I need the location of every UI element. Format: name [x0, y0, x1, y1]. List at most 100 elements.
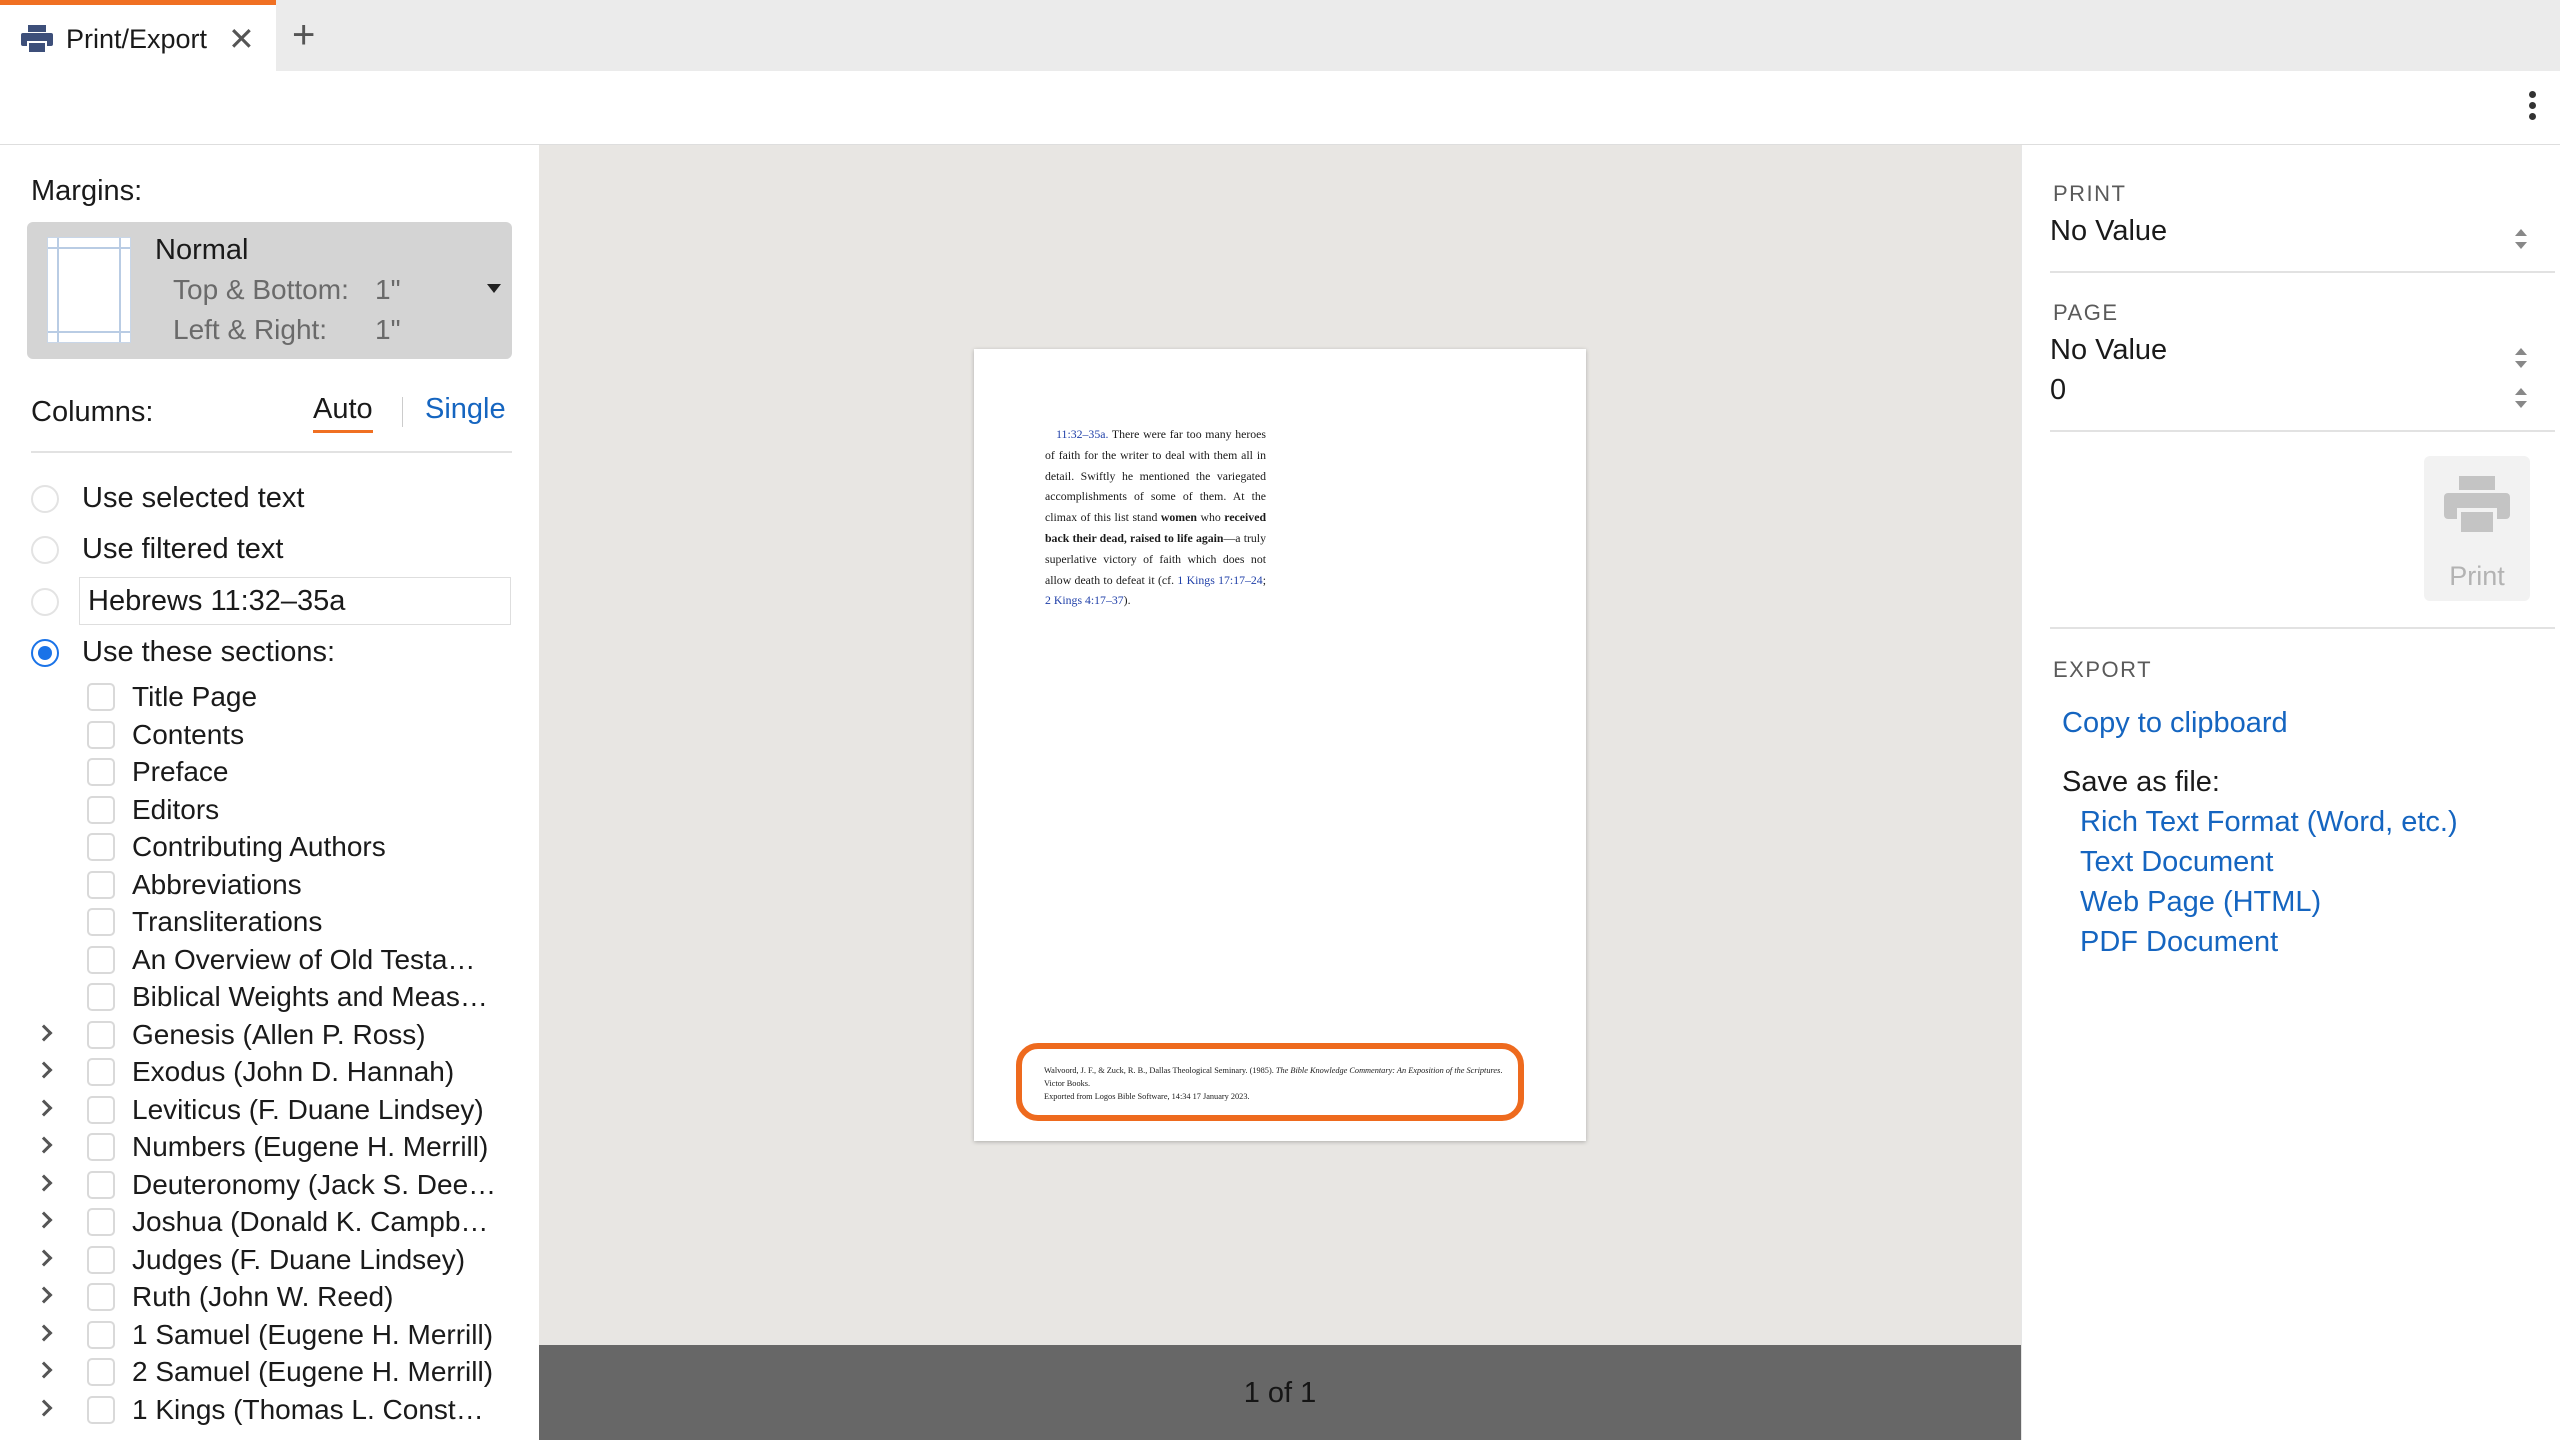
options-panel: Margins: Normal Top & Bottom: 1" Left & … [0, 145, 539, 1440]
reference-input[interactable] [79, 577, 511, 625]
section-label: Contributing Authors [132, 831, 386, 862]
section-checkbox[interactable] [87, 1396, 115, 1424]
section-label: Exodus (John D. Hannah) [132, 1056, 455, 1087]
section-label: Transliterations [132, 906, 323, 937]
print-button[interactable]: Print [2424, 456, 2530, 601]
scripture-link[interactable]: 1 Kings 17:17–24 [1177, 573, 1262, 587]
chevron-right-icon[interactable] [35, 1174, 53, 1192]
export-html-link[interactable]: Web Page (HTML) [2080, 886, 2321, 919]
section-checkbox[interactable] [87, 1208, 115, 1236]
body-segment: who [1196, 510, 1225, 525]
verse-reference-link[interactable]: 11:32–35a. [1056, 427, 1108, 441]
page-size-select[interactable]: No Value [2050, 334, 2167, 367]
section-checkbox[interactable] [87, 833, 115, 861]
margins-label: Margins: [31, 175, 143, 207]
margins-name: Normal [155, 234, 249, 266]
chevron-right-icon[interactable] [35, 1286, 53, 1304]
section-label: Editors [132, 794, 220, 825]
columns-auto-option[interactable]: Auto [313, 393, 373, 433]
printer-select-spinner-icon[interactable] [2515, 229, 2527, 255]
chevron-right-icon[interactable] [35, 1136, 53, 1154]
page-indicator-bar: 1 of 1 [539, 1345, 2021, 1440]
selected-text-label: Use selected text [82, 482, 305, 514]
section-label: 1 Kings (Thomas L. Consta… [132, 1394, 497, 1425]
section-checkbox[interactable] [87, 758, 115, 786]
section-label: Genesis (Allen P. Ross) [132, 1019, 426, 1050]
save-as-file-label: Save as file: [2062, 766, 2220, 798]
left-right-value: 1" [375, 314, 401, 345]
section-label: An Overview of Old Testam… [132, 944, 497, 975]
more-options-icon[interactable] [2526, 91, 2538, 125]
export-rtf-link[interactable]: Rich Text Format (Word, etc.) [2080, 806, 2458, 839]
section-label: 2 Samuel (Eugene H. Merrill) [132, 1356, 494, 1387]
top-bottom-label: Top & Bottom: [173, 274, 349, 305]
printer-icon [21, 25, 53, 54]
section-checkbox[interactable] [87, 908, 115, 936]
printer-select[interactable]: No Value [2050, 215, 2167, 248]
divider [2050, 271, 2555, 273]
print-button-label: Print [2449, 561, 2505, 591]
printer-icon [2444, 476, 2510, 536]
section-checkbox[interactable] [87, 983, 115, 1011]
section-checkbox[interactable] [87, 796, 115, 824]
chevron-right-icon[interactable] [35, 1024, 53, 1042]
section-checkbox[interactable] [87, 1358, 115, 1386]
tab-print-export[interactable]: Print/Export ✕ [0, 0, 276, 71]
section-checkbox[interactable] [87, 946, 115, 974]
margins-dropdown[interactable]: Normal Top & Bottom: 1" Left & Right: 1" [27, 222, 512, 359]
section-checkbox[interactable] [87, 721, 115, 749]
page-size-spinner-icon[interactable] [2515, 348, 2527, 374]
section-label: Leviticus (F. Duane Lindsey) [132, 1094, 484, 1125]
section-label: Abbreviations [132, 869, 302, 900]
preview-body-text: 11:32–35a. There were far too many heroe… [1045, 424, 1266, 611]
section-checkbox[interactable] [87, 871, 115, 899]
chevron-right-icon[interactable] [35, 1249, 53, 1267]
section-checkbox[interactable] [87, 1096, 115, 1124]
columns-single-option[interactable]: Single [425, 393, 506, 426]
divider [31, 451, 512, 453]
print-preview: 11:32–35a. There were far too many heroe… [539, 145, 2021, 1345]
section-checkbox[interactable] [87, 683, 115, 711]
page-number-field[interactable]: 0 [2050, 374, 2066, 407]
page-indicator: 1 of 1 [1243, 1377, 1317, 1409]
radio-reference[interactable] [31, 588, 59, 616]
section-checkbox[interactable] [87, 1321, 115, 1349]
section-checkbox[interactable] [87, 1133, 115, 1161]
section-checkbox[interactable] [87, 1246, 115, 1274]
use-sections-label: Use these sections: [82, 636, 336, 668]
chevron-right-icon[interactable] [35, 1099, 53, 1117]
body-segment: ; [1262, 572, 1266, 587]
chevron-right-icon[interactable] [35, 1061, 53, 1079]
preview-page: 11:32–35a. There were far too many heroe… [974, 349, 1586, 1141]
radio-selected-text[interactable] [31, 485, 59, 513]
columns-label: Columns: [31, 396, 154, 428]
page-number-spinner-icon[interactable] [2515, 388, 2527, 414]
tab-title: Print/Export [66, 24, 208, 54]
section-label: Biblical Weights and Measu… [132, 981, 497, 1012]
chevron-right-icon[interactable] [35, 1211, 53, 1229]
section-label: Judges (F. Duane Lindsey) [132, 1244, 466, 1275]
export-section-heading: EXPORT [2053, 657, 2153, 682]
citation-authors: Walvoord, J. F., & Zuck, R. B., Dallas T… [1044, 1066, 1276, 1075]
export-text-link[interactable]: Text Document [2080, 846, 2273, 879]
chevron-right-icon[interactable] [35, 1361, 53, 1379]
export-pdf-link[interactable]: PDF Document [2080, 926, 2278, 959]
chevron-right-icon[interactable] [35, 1399, 53, 1417]
citation-title: The Bible Knowledge Commentary: An Expos… [1275, 1066, 1501, 1075]
new-tab-button[interactable]: + [292, 12, 315, 58]
radio-use-sections[interactable] [31, 639, 59, 667]
section-checkbox[interactable] [87, 1171, 115, 1199]
body-segment: ). [1123, 593, 1131, 608]
left-right-label: Left & Right: [173, 314, 328, 345]
radio-filtered-text[interactable] [31, 536, 59, 564]
section-checkbox[interactable] [87, 1283, 115, 1311]
chevron-right-icon[interactable] [35, 1324, 53, 1342]
section-label: Preface [132, 756, 229, 787]
tab-bar: Print/Export ✕ + [0, 0, 2560, 71]
section-checkbox[interactable] [87, 1058, 115, 1086]
scripture-link[interactable]: 2 Kings 4:17–37 [1045, 593, 1124, 607]
section-checkbox[interactable] [87, 1021, 115, 1049]
copy-to-clipboard-link[interactable]: Copy to clipboard [2062, 707, 2288, 740]
divider [2050, 430, 2555, 432]
tab-close-button[interactable]: ✕ [228, 19, 255, 59]
